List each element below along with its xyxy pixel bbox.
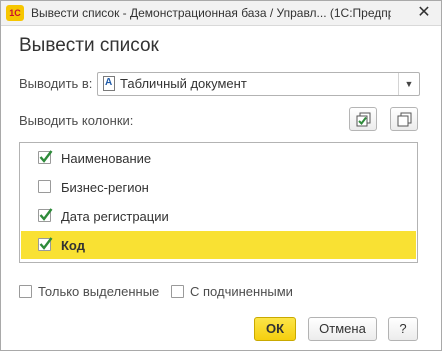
list-item[interactable]: Бизнес-регион <box>21 173 416 201</box>
columns-label: Выводить колонки: <box>19 113 134 128</box>
spreadsheet-doc-icon: A <box>103 76 115 91</box>
with-subordinates-label: С подчиненными <box>190 284 293 299</box>
help-button[interactable]: ? <box>388 317 418 341</box>
list-item[interactable]: Дата регистрации <box>21 202 416 230</box>
list-item[interactable]: Наименование <box>21 144 416 172</box>
check-icon <box>39 237 53 250</box>
output-label: Выводить в: <box>19 76 93 91</box>
close-button[interactable]: ✕ <box>413 3 435 23</box>
columns-list[interactable]: Наименование Бизнес-регион Дата регистра… <box>19 142 418 263</box>
window-title: Вывести список - Демонстрационная база /… <box>31 6 391 20</box>
cancel-button[interactable]: Отмена <box>308 317 377 341</box>
list-item-label: Наименование <box>61 151 152 166</box>
list-item-label: Дата регистрации <box>61 209 169 224</box>
check-all-button[interactable] <box>349 107 377 131</box>
with-subordinates-checkbox[interactable] <box>171 285 184 298</box>
list-item-selected[interactable]: Код <box>21 231 416 259</box>
title-bar: 1С Вывести список - Демонстрационная баз… <box>1 1 441 26</box>
list-item-label: Код <box>61 238 85 253</box>
output-select-value: Табличный документ <box>120 76 247 91</box>
ok-button[interactable]: ОК <box>254 317 296 341</box>
dialog-heading: Вывести список <box>19 35 159 56</box>
selected-only-label: Только выделенные <box>38 284 160 299</box>
checkbox[interactable] <box>38 208 53 222</box>
uncheck-all-button[interactable] <box>390 107 418 131</box>
dialog-window: 1С Вывести список - Демонстрационная баз… <box>0 0 442 351</box>
list-item-label: Бизнес-регион <box>61 180 149 195</box>
checkbox[interactable] <box>38 237 53 251</box>
check-icon <box>39 150 53 163</box>
check-icon <box>39 208 53 221</box>
uncheck-all-icon <box>397 112 412 127</box>
selected-only-checkbox[interactable] <box>19 285 32 298</box>
checkbox[interactable] <box>38 150 53 164</box>
output-select[interactable]: A Табличный документ ▼ <box>97 72 420 96</box>
app-logo-icon: 1С <box>6 5 24 21</box>
check-all-icon <box>356 112 371 127</box>
chevron-down-icon[interactable]: ▼ <box>398 73 419 95</box>
checkbox[interactable] <box>38 180 51 193</box>
